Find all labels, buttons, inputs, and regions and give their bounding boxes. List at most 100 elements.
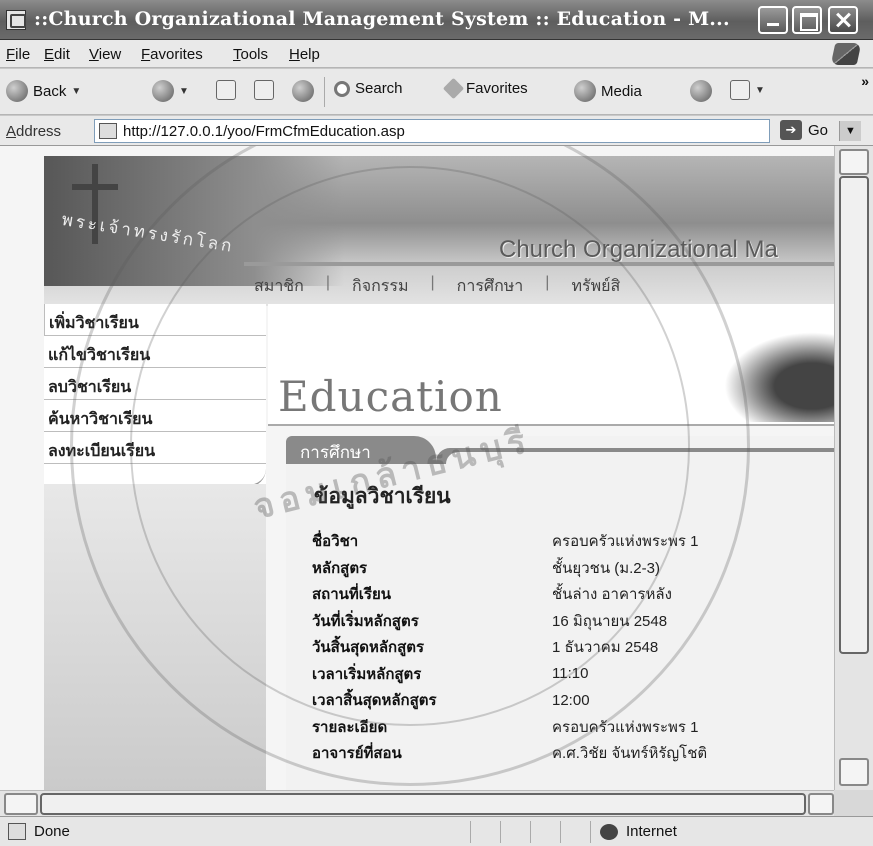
status-pane-divider (500, 821, 501, 843)
mail-icon (730, 80, 750, 100)
window-title: ::Church Organizational Management Syste… (34, 8, 730, 30)
detail-value: 1 ธันวาคม 2548 (552, 639, 659, 657)
sidenav-register-course[interactable]: ลงทะเบียนเรียน (44, 432, 266, 464)
back-dropdown-icon[interactable]: ▼ (71, 86, 81, 97)
status-text: Done (34, 823, 70, 840)
status-pane-divider (590, 821, 591, 843)
stop-icon (216, 80, 236, 100)
vertical-scrollbar[interactable] (834, 146, 873, 790)
ie-app-icon[interactable] (6, 10, 26, 30)
detail-row: เวลาเริ่มหลักสูตร 11:10 (312, 661, 832, 688)
menu-file[interactable]: File (6, 46, 30, 63)
detail-label: สถานที่เรียน (312, 585, 392, 604)
refresh-icon (254, 80, 274, 100)
scroll-down-button[interactable] (839, 758, 869, 786)
detail-value: ครอบครัวแห่งพระพร 1 (552, 718, 699, 736)
home-button[interactable] (292, 80, 314, 102)
media-label: Media (601, 82, 642, 100)
topnav-assets[interactable]: ทรัพย์สิ (561, 274, 630, 299)
status-pane-divider (530, 821, 531, 843)
maximize-button[interactable] (792, 6, 822, 34)
sidenav-edit-course[interactable]: แก้ไขวิชาเรียน (44, 336, 266, 368)
top-navigation: สมาชิก | กิจกรรม | การศึกษา | ทรัพย์สิ (244, 274, 630, 299)
topnav-members[interactable]: สมาชิก (244, 274, 314, 299)
search-label: Search (355, 80, 403, 97)
go-button[interactable]: ➔ Go (780, 120, 828, 140)
history-button[interactable] (690, 80, 712, 102)
scroll-left-button[interactable] (4, 793, 38, 815)
forward-arrow-icon (152, 80, 174, 102)
back-button[interactable]: Back ▼ (6, 80, 81, 102)
menu-edit[interactable]: Edit (44, 46, 70, 63)
left-column-background (44, 484, 266, 790)
detail-value: 11:10 (552, 665, 589, 683)
detail-row: เวลาสิ้นสุดหลักสูตร 12:00 (312, 687, 832, 714)
go-label: Go (808, 121, 829, 139)
home-icon (292, 80, 314, 102)
title-bar: ::Church Organizational Management Syste… (0, 0, 873, 40)
search-icon (334, 80, 350, 97)
sidenav-add-course[interactable]: เพิ่มวิชาเรียน (44, 304, 266, 336)
sidenav-delete-course[interactable]: ลบวิชาเรียน (44, 368, 266, 400)
detail-label: เวลาเริ่มหลักสูตร (312, 664, 422, 683)
close-button[interactable] (828, 6, 858, 34)
toolbar-more-icon[interactable]: » (861, 73, 869, 89)
security-zone-label: Internet (626, 823, 677, 840)
sidenav-search-course[interactable]: ค้นหาวิชาเรียน (44, 400, 266, 432)
side-navigation: เพิ่มวิชาเรียน แก้ไขวิชาเรียน ลบวิชาเรีย… (44, 304, 266, 487)
cross-icon-bar (72, 184, 118, 190)
vertical-scroll-thumb[interactable] (839, 176, 869, 654)
refresh-button[interactable] (254, 80, 274, 100)
course-info-panel: การศึกษา ข้อมูลวิชาเรียน ชื่อวิชา ครอบครั… (286, 436, 834, 790)
toolbar-separator (324, 77, 325, 107)
media-icon (574, 80, 596, 102)
detail-row: ชื่อวิชา ครอบครัวแห่งพระพร 1 (312, 528, 832, 555)
panel-tab: การศึกษา (286, 436, 436, 464)
scroll-right-button[interactable] (808, 793, 834, 815)
forward-button[interactable]: ▼ (152, 80, 189, 102)
horizontal-scrollbar[interactable] (0, 790, 834, 816)
search-button[interactable]: Search (334, 80, 403, 97)
history-icon (690, 80, 712, 102)
topnav-separator: | (545, 274, 550, 291)
detail-value: 16 มิถุนายน 2548 (552, 612, 668, 630)
menu-help[interactable]: Help (289, 46, 320, 63)
mail-dropdown-icon[interactable]: ▼ (755, 85, 765, 96)
address-input[interactable]: http://127.0.0.1/yoo/FrmCfmEducation.asp… (94, 119, 861, 143)
favorites-label: Favorites (466, 80, 528, 97)
address-dropdown-icon[interactable]: ▼ (839, 121, 861, 141)
education-header: Education (268, 304, 834, 426)
detail-row: สถานที่เรียน ชั้นล่าง อาคารหลัง (312, 581, 832, 608)
forward-dropdown-icon[interactable]: ▼ (179, 86, 189, 97)
mail-button[interactable]: ▼ (730, 80, 765, 100)
detail-label: หลักสูตร (312, 558, 368, 577)
menu-favorites[interactable]: Favorites (141, 46, 203, 63)
detail-row: รายละเอียด ครอบครัวแห่งพระพร 1 (312, 714, 832, 741)
toolbar: Back ▼ ▼ Search Favorites Media ▼ » (0, 69, 873, 115)
detail-value: ค.ศ.วิชัย จันทร์หิรัญโชติ (552, 745, 708, 763)
favorites-star-icon (442, 77, 465, 100)
topnav-activities[interactable]: กิจกรรม (342, 274, 418, 299)
section-title: Education (278, 372, 503, 421)
detail-label: วันที่เริ่มหลักสูตร (312, 611, 419, 630)
scroll-up-button[interactable] (839, 149, 869, 175)
status-pane-divider (470, 821, 471, 843)
menu-view[interactable]: View (89, 46, 121, 63)
stop-button[interactable] (216, 80, 236, 100)
favorites-button[interactable]: Favorites (442, 77, 528, 100)
status-pane-divider (560, 821, 561, 843)
address-url[interactable]: http://127.0.0.1/yoo/FrmCfmEducation.asp (123, 123, 405, 140)
address-bar: Address http://127.0.0.1/yoo/FrmCfmEduca… (0, 116, 873, 146)
detail-label: อาจารย์ที่สอน (312, 744, 402, 763)
detail-value: ครอบครัวแห่งพระพร 1 (552, 533, 699, 551)
menu-tools[interactable]: Tools (233, 46, 268, 63)
detail-label: รายละเอียด (312, 717, 388, 736)
back-label: Back (33, 82, 67, 100)
minimize-button[interactable] (758, 6, 788, 34)
page-status-icon (8, 823, 26, 840)
media-button[interactable]: Media (574, 80, 642, 102)
horizontal-scroll-thumb[interactable] (40, 793, 806, 815)
leaf-decoration-image (724, 332, 834, 422)
topnav-education[interactable]: การศึกษา (447, 274, 534, 299)
scrollbar-corner (834, 790, 873, 816)
